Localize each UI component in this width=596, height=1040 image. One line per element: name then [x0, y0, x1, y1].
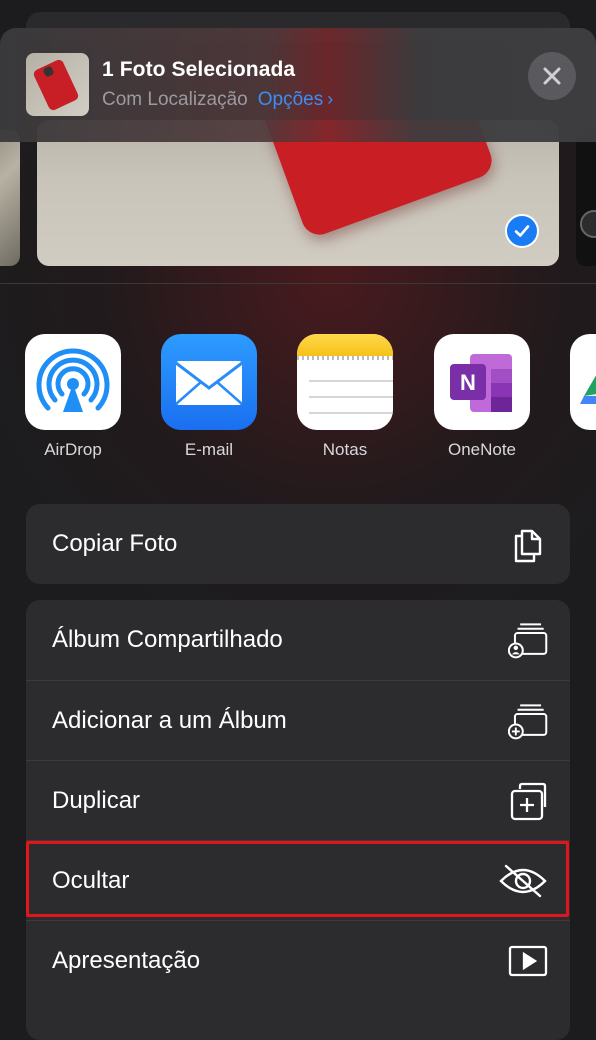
header-thumbnail	[26, 53, 89, 116]
chevron-right-icon: ›	[327, 89, 334, 109]
app-airdrop[interactable]: AirDrop	[25, 334, 121, 460]
photo-thumbnail-previous[interactable]	[0, 130, 20, 266]
duplicate-icon	[508, 781, 548, 821]
svg-text:N: N	[460, 370, 476, 395]
close-button[interactable]	[528, 52, 576, 100]
app-label: AirDrop	[44, 440, 102, 459]
options-link[interactable]: Opções ›	[258, 89, 333, 110]
highlight-box	[26, 841, 569, 917]
app-google-drive[interactable]	[570, 334, 596, 430]
action-label: Apresentação	[52, 947, 201, 974]
app-email[interactable]: E-mail	[161, 334, 257, 460]
location-label: Com Localização	[102, 89, 248, 110]
share-sheet-header: 1 Foto Selecionada Com Localização Opções…	[0, 28, 596, 142]
action-label: Adicionar a um Álbum	[52, 707, 287, 734]
divider	[0, 283, 596, 284]
close-icon	[543, 67, 561, 85]
action-shared-album[interactable]: Álbum Compartilhado	[26, 600, 570, 680]
action-group-main: Álbum Compartilhado Adicionar a um Álbum	[26, 600, 570, 1040]
onenote-icon: N	[434, 334, 530, 430]
header-title: 1 Foto Selecionada	[102, 58, 296, 81]
action-label: Duplicar	[52, 787, 141, 814]
action-slideshow[interactable]: Apresentação	[26, 920, 570, 1000]
action-group-copy: Copiar Foto	[26, 504, 570, 584]
selected-check-icon[interactable]	[505, 214, 539, 248]
copy-icon	[508, 524, 548, 564]
play-icon	[508, 941, 548, 981]
app-onenote[interactable]: N OneNote	[434, 334, 530, 460]
app-label: E-mail	[184, 440, 234, 459]
action-copy-photo[interactable]: Copiar Foto	[26, 504, 570, 584]
mail-icon	[161, 334, 257, 430]
action-label: Copiar Foto	[52, 530, 178, 557]
header-subtitle: Com Localização Opções ›	[102, 89, 333, 111]
add-album-icon	[508, 701, 548, 741]
action-duplicate[interactable]: Duplicar	[26, 760, 570, 840]
options-label: Opções	[257, 89, 324, 110]
app-label: OneNote	[447, 440, 517, 459]
app-notes[interactable]: Notas	[297, 334, 393, 460]
airdrop-icon	[25, 334, 121, 430]
notes-icon	[297, 334, 393, 430]
thumbnail-select-circle	[580, 210, 596, 238]
action-add-to-album[interactable]: Adicionar a um Álbum	[26, 680, 570, 760]
app-label: Notas	[322, 440, 368, 459]
google-drive-icon	[570, 334, 596, 430]
photo-thumbnail-next[interactable]	[576, 130, 596, 266]
shared-album-icon	[508, 620, 548, 660]
action-label: Álbum Compartilhado	[52, 626, 283, 653]
